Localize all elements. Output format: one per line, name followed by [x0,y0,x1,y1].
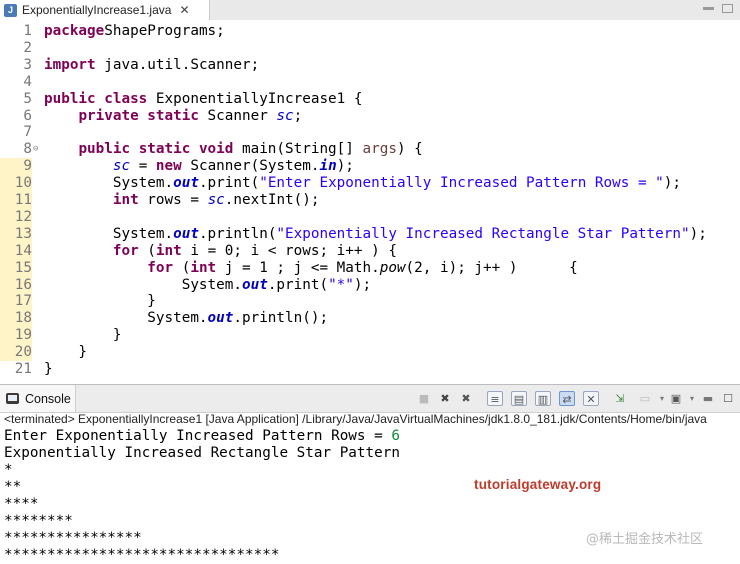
code-line[interactable]: 10 System.out.print("Enter Exponentially… [0,175,740,192]
console-icon [6,393,19,404]
code-line[interactable]: 16 System.out.print("*"); [0,276,740,294]
code-line[interactable]: 14 for (int i = 0; i < rows; i++ ) { [0,242,740,260]
clear-console-icon[interactable]: ✕ [583,391,599,406]
open-console-icon[interactable]: ▣ [668,391,684,406]
fold-icon[interactable]: ⊖ [33,141,41,158]
code-line[interactable]: 1 packageShapePrograms; [0,23,740,40]
code-text: private static Scanner sc; [78,107,303,124]
console-toolbar: Console ■ ✖ ✖ ≡ ▤ ▥ ⇄ ✕ ⇲ ▭ ▾ ▣ ▾ ▬ ☐ [0,384,740,413]
code-line[interactable]: 15 for (int j = 1 ; j <= Math.pow(2, i);… [0,259,740,277]
line-number: 11 [0,192,32,209]
console-prompt-line: Enter Exponentially Increased Pattern Ro… [4,428,740,445]
line-number: 19 [0,327,32,345]
code-line[interactable]: 20 } [0,344,740,361]
code-text: } [44,327,122,344]
remove-all-terminated-icon[interactable]: ✖ [458,391,474,406]
console-output-line: ** [4,479,22,495]
site-watermark: @稀土掘金技术社区 [586,532,704,547]
line-number: 7 [23,124,32,141]
line-number: 17 [0,293,32,311]
line-number: 14 [0,242,32,260]
console-status-line: <terminated> ExponentiallyIncrease1 [Jav… [4,412,707,426]
line-number: 10 [0,175,32,192]
line-number: 18 [0,310,32,328]
terminate-icon[interactable]: ■ [416,391,432,406]
line-number: 3 [23,56,32,73]
code-line[interactable]: 9 sc = new Scanner(System.in); [0,158,740,176]
editor-tab-bar: J ExponentiallyIncrease1.java ✕ [0,0,740,21]
code-text: import java.util.Scanner; [44,56,260,73]
line-number: 12 [0,208,32,226]
code-text: packageShapePrograms; [44,23,225,39]
line-number: 21 [14,361,32,377]
code-line[interactable]: 13 System.out.println("Exponentially Inc… [0,225,740,243]
scroll-lock-icon[interactable]: ≡ [487,391,503,406]
console-output-line: **** [4,496,39,512]
tutorialgateway-watermark: tutorialgateway.org [474,477,602,492]
code-text: for (int j = 1 ; j <= Math.pow(2, i); j+… [147,259,578,276]
maximize-view-icon[interactable]: ☐ [720,391,736,406]
code-line[interactable]: 4 [0,74,740,91]
code-text: int rows = sc.nextInt(); [112,192,320,208]
line-number: 13 [0,225,32,243]
open-console-chevron-icon[interactable]: ▾ [684,391,700,406]
code-line[interactable]: 5 public class ExponentiallyIncrease1 { [0,91,740,108]
code-text: public class ExponentiallyIncrease1 { [44,90,363,107]
line-number: 2 [23,39,32,56]
maximize-icon[interactable] [722,4,733,13]
code-line[interactable]: 21} [0,361,740,378]
minimize-view-icon[interactable]: ▬ [700,391,716,406]
line-number: 16 [0,276,32,294]
console-tab-label: Console [25,391,71,406]
line-number: 5 [23,90,32,107]
console-tab[interactable]: Console [0,385,76,412]
display-console-icon[interactable]: ▭ [637,391,653,406]
code-line[interactable]: 8 ⊖ public static void main(String[] args… [0,141,740,158]
code-line[interactable]: 18 System.out.println(); [0,310,740,328]
code-text: } [44,361,53,377]
word-wrap-icon[interactable]: ⇄ [559,391,575,406]
line-number: 4 [23,73,32,90]
code-text: } [44,344,88,361]
code-line[interactable]: 12 [0,208,740,226]
code-line[interactable]: 17 } [0,293,740,311]
console-output-line: Exponentially Increased Rectangle Star P… [4,445,400,461]
line-number: 1 [23,23,32,39]
line-number: 15 [0,259,32,277]
code-line[interactable]: 7 [0,124,740,141]
code-line[interactable]: 2 [0,40,740,57]
line-number: 6 [23,107,32,124]
code-line[interactable]: 11 int rows = sc.nextInt(); [0,192,740,209]
console-output-line: ******************************** [4,547,280,563]
code-text: public static void main(String[] args) { [78,141,423,158]
console-output-line: * [4,462,13,478]
show-stdout-icon[interactable]: ▤ [511,391,527,406]
line-number: 8 [23,141,32,158]
editor-tab-title[interactable]: ExponentiallyIncrease1.java [22,3,171,17]
java-file-icon: J [4,3,17,17]
code-text: System.out.println("Exponentially Increa… [44,225,707,242]
minimize-icon[interactable] [703,7,714,10]
remove-launch-icon[interactable]: ✖ [437,391,453,406]
line-number: 20 [0,344,32,361]
show-stderr-icon[interactable]: ▥ [535,391,551,406]
code-line[interactable]: 6 private static Scanner sc; [0,108,740,125]
code-text: for (int i = 0; i < rows; i++ ) { [112,242,397,259]
code-text: System.out.print("Enter Exponentially In… [44,175,681,192]
code-text: System.out.print("*"); [44,276,372,293]
code-text: sc = new Scanner(System.in); [112,158,354,175]
line-number: 9 [0,158,32,176]
code-text: System.out.println(); [44,310,329,327]
code-line[interactable]: 19 } [0,327,740,345]
editor-tab[interactable]: J ExponentiallyIncrease1.java ✕ [0,0,210,20]
code-line[interactable]: 3 import java.util.Scanner; [0,57,740,74]
pin-console-icon[interactable]: ⇲ [612,391,628,406]
console-input-value: 6 [391,428,400,444]
code-editor[interactable]: 1 packageShapePrograms; 2 3 import java.util… [0,20,740,384]
code-text: } [44,293,156,310]
close-tab-icon[interactable]: ✕ [179,3,189,17]
console-prompt-text: Enter Exponentially Increased Pattern Ro… [4,428,392,444]
